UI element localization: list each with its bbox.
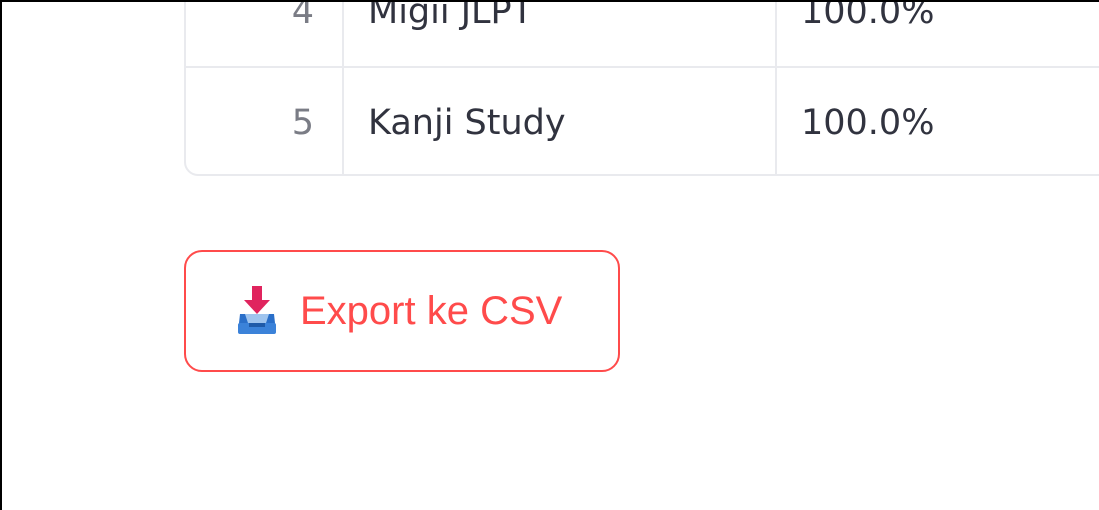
export-button-label: Export ke CSV [300,288,563,333]
export-csv-button[interactable]: Export ke CSV [184,250,620,372]
app-name-cell: Migii JLPT [344,0,777,66]
table-row: 5 Kanji Study 100.0% [186,68,1099,174]
data-table: 4 Migii JLPT 100.0% 5 Kanji Study 100.0% [184,0,1099,176]
inbox-tray-download-icon [236,284,278,338]
row-index-cell: 4 [186,0,344,66]
table-row: 4 Migii JLPT 100.0% [186,0,1099,68]
row-index-cell: 5 [186,68,344,174]
app-name-cell: Kanji Study [344,68,777,174]
percent-cell: 100.0% [801,103,935,143]
percent-cell: 100.0% [801,0,935,32]
